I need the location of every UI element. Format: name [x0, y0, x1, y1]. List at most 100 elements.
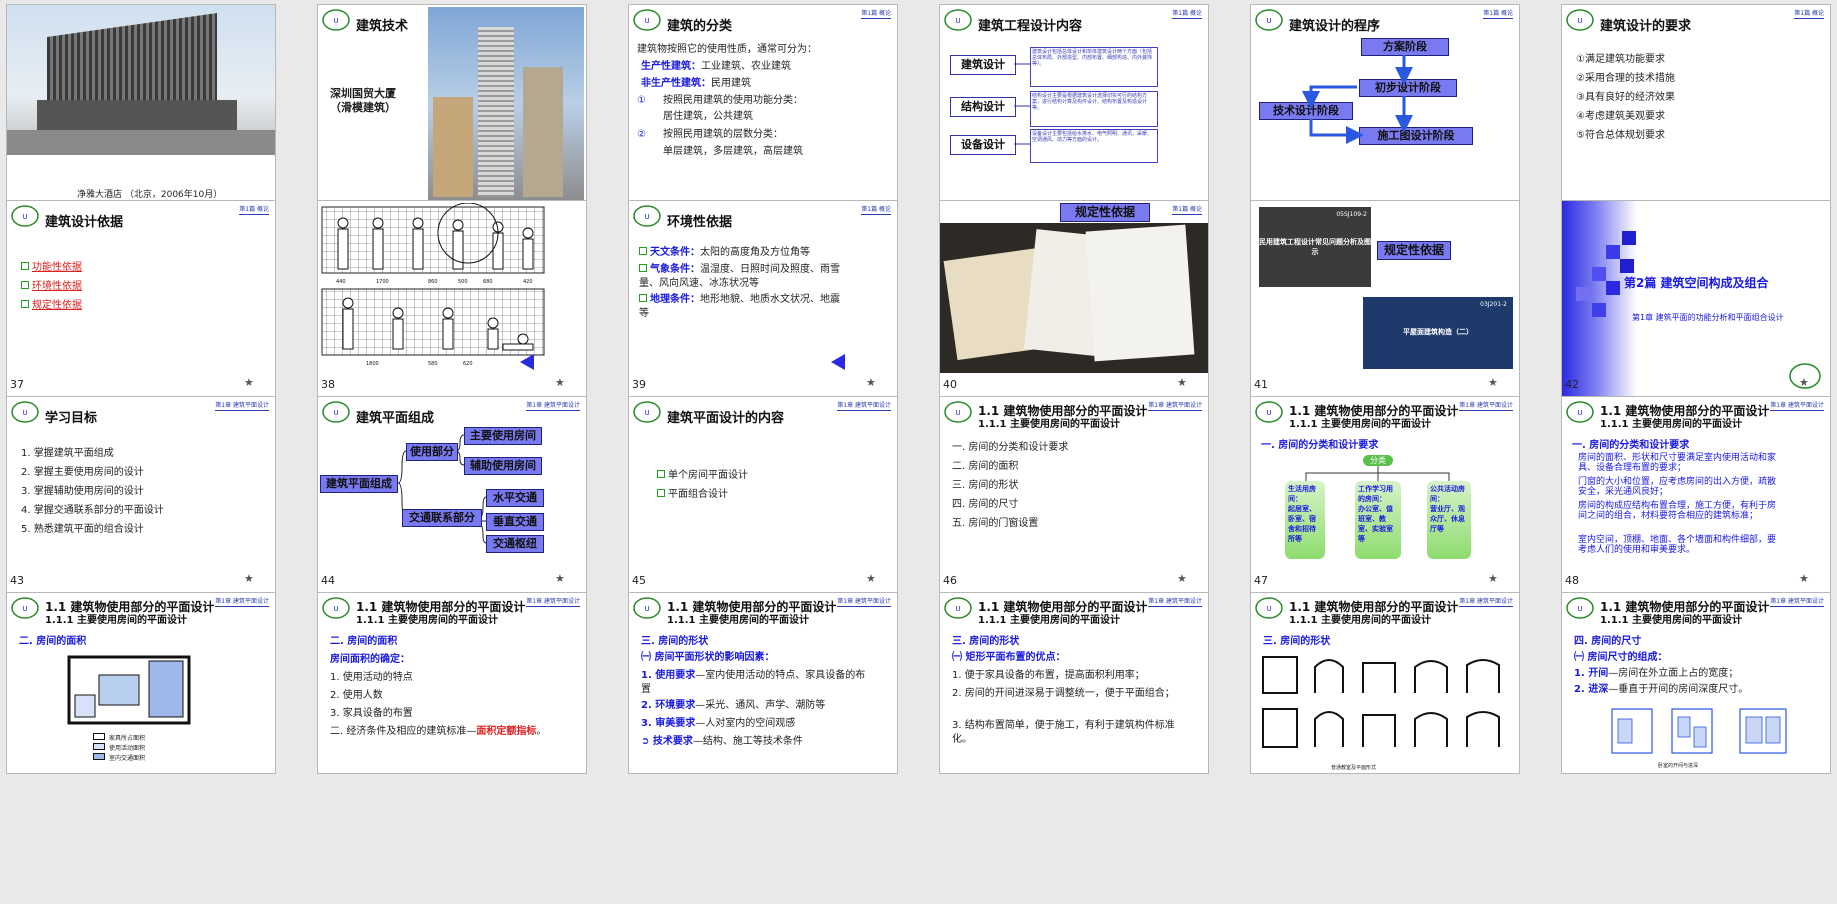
- slide-header-tag: 第1章 建筑平面设计: [1459, 598, 1513, 607]
- slide-header-tag: 第1篇 概论: [239, 206, 269, 215]
- animation-star-icon[interactable]: ★: [866, 376, 876, 389]
- title-text: 1.1 建筑物使用部分的平面设计: [978, 404, 1148, 418]
- advantage-item: 2. 房间的开间进深易于调整统一，便于平面组合；: [952, 688, 1175, 699]
- university-logo-icon: U: [322, 9, 350, 31]
- slide-41-canvas: 民用建筑工程设计常见问题分析及图示 05SJ109-2 规定性依据 平屋面建筑构…: [1250, 200, 1520, 404]
- animation-star-icon[interactable]: ★: [1799, 572, 1809, 585]
- slide-number: 37: [10, 378, 24, 391]
- nav-prev-triangle-icon[interactable]: [518, 353, 536, 371]
- section-heading: 三. 房间的形状: [952, 636, 1020, 647]
- slide-thumb-50[interactable]: U 第1章 建筑平面设计 1.1 建筑物使用部分的平面设计 1.1.1 主要使用房…: [311, 588, 617, 816]
- link-environmental[interactable]: 环境性依据: [32, 281, 82, 292]
- subtitle-text: 1.1.1 主要使用房间的平面设计: [1600, 615, 1742, 626]
- subtitle-text: 1.1.1 主要使用房间的平面设计: [1600, 419, 1742, 430]
- slide-thumb-52[interactable]: U 第1章 建筑平面设计 1.1 建筑物使用部分的平面设计 1.1.1 主要使用房…: [933, 588, 1239, 816]
- requirement-item: ③具有良好的经济效果: [1576, 92, 1675, 103]
- area-quota-highlight: 面积定额指标: [476, 726, 537, 737]
- slide-thumb-42[interactable]: 第2篇 建筑空间构成及组合 第1章 建筑平面的功能分析和平面组合设计 42 ★: [1555, 196, 1837, 424]
- animation-star-icon[interactable]: ★: [555, 376, 565, 389]
- slide-52-canvas: U 第1章 建筑平面设计 1.1 建筑物使用部分的平面设计 1.1.1 主要使用房…: [939, 592, 1209, 774]
- slide-thumb-46[interactable]: U 第1章 建筑平面设计 1.1 建筑物使用部分的平面设计 1.1.1 主要使用房…: [933, 392, 1239, 620]
- svg-text:1800: 1800: [366, 361, 379, 367]
- animation-star-icon[interactable]: ★: [244, 376, 254, 389]
- animation-star-icon[interactable]: ★: [866, 572, 876, 585]
- slide-thumb-33[interactable]: U 第1篇 概论 建筑的分类 建筑物按照它的使用性质，通常可分为： 生产性建筑：…: [622, 0, 928, 228]
- title-text: 1.1 建筑物使用部分的平面设计: [667, 600, 837, 614]
- slide-title: 1.1 建筑物使用部分的平面设计 1.1.1 主要使用房间的平面设计: [978, 600, 1147, 628]
- legend: 家具所占面积 使用活动面积 室内交通面积: [93, 733, 145, 763]
- slide-thumb-48[interactable]: U 第1章 建筑平面设计 1.1 建筑物使用部分的平面设计 1.1.1 主要使用房…: [1555, 392, 1837, 620]
- slide-thumb-49[interactable]: U 第1章 建筑平面设计 1.1 建筑物使用部分的平面设计 1.1.1 主要使用房…: [0, 588, 306, 816]
- slide-thumb-38[interactable]: 440 1700 860 500 680 420 1800 580 620 38 ★: [311, 196, 617, 424]
- slide-title: 1.1 建筑物使用部分的平面设计 1.1.1 主要使用房间的平面设计: [667, 600, 836, 628]
- slide-thumb-40[interactable]: 第1篇 概论 规定性依据 40 ★: [933, 196, 1239, 424]
- link-functional[interactable]: 功能性依据: [32, 262, 82, 273]
- slide-title: 1.1 建筑物使用部分的平面设计 1.1.1 主要使用房间的平面设计: [45, 600, 214, 628]
- slide-50-canvas: U 第1章 建筑平面设计 1.1 建筑物使用部分的平面设计 1.1.1 主要使用房…: [317, 592, 587, 774]
- slide-thumb-41[interactable]: 民用建筑工程设计常见问题分析及图示 05SJ109-2 规定性依据 平屋面建筑构…: [1244, 196, 1550, 424]
- objective-item: 5. 熟悉建筑平面的组合设计: [21, 524, 144, 535]
- slide-text: 按照民用建筑的使用功能分类：: [663, 95, 803, 106]
- desc-structure: 结构设计主要是根据建筑设计选择切实可行的结构方案，进行结构计算及构件设计、结构布…: [1030, 91, 1158, 127]
- title-text: 1.1 建筑物使用部分的平面设计: [978, 600, 1148, 614]
- slide-thumb-47[interactable]: U 第1章 建筑平面设计 1.1 建筑物使用部分的平面设计 1.1.1 主要使用房…: [1244, 392, 1550, 620]
- factor-desc: —采光、通风、声学、潮防等: [695, 700, 826, 711]
- slide-45-canvas: U 第1章 建筑平面设计 建筑平面设计的内容 单个房间平面设计 平面组合设计: [628, 396, 898, 600]
- slide-number: 45: [632, 574, 646, 587]
- slide-text: 单层建筑，多层建筑，高层建筑: [663, 146, 803, 157]
- animation-star-icon[interactable]: ★: [1177, 572, 1187, 585]
- slide-53-canvas: U 第1章 建筑平面设计 1.1 建筑物使用部分的平面设计 1.1.1 主要使用房…: [1250, 592, 1520, 774]
- slide-text: 民用建筑: [711, 78, 751, 89]
- requirement-text: 房间的构成应结构布置合理，施工方便，有利于房间之间的组合，材料要符合相应的建筑标…: [1578, 501, 1777, 521]
- slide-number: 44: [321, 574, 335, 587]
- slide-thumb-34[interactable]: U 第1篇 概论 建筑工程设计内容 建筑设计 建筑设计包括总体设计和单体建筑设计…: [933, 0, 1239, 228]
- slide-title: 建筑设计依据: [45, 215, 124, 230]
- slide-thumb-39[interactable]: U 第1篇 概论 环境性依据 天文条件：太阳的高度角及方位角等 气象条件：温湿度…: [622, 196, 928, 424]
- section-heading: 三. 房间的形状: [1263, 636, 1331, 647]
- slide-thumb-51[interactable]: U 第1章 建筑平面设计 1.1 建筑物使用部分的平面设计 1.1.1 主要使用房…: [622, 588, 928, 816]
- slide-thumb-36[interactable]: U 第1篇 概论 建筑设计的要求 ①满足建筑功能要求 ②采用合理的技术措施 ③具…: [1555, 0, 1837, 228]
- university-logo-icon: U: [11, 401, 39, 423]
- svg-text:U: U: [1577, 17, 1582, 25]
- slide-thumb-43[interactable]: U 第1章 建筑平面设计 学习目标 1. 掌握建筑平面组成 2. 掌握主要使用房…: [0, 392, 306, 620]
- animation-star-icon[interactable]: ★: [1488, 572, 1498, 585]
- green-bullet-icon: [639, 264, 647, 272]
- slide-thumb-45[interactable]: U 第1章 建筑平面设计 建筑平面设计的内容 单个房间平面设计 平面组合设计 4…: [622, 392, 928, 620]
- factor-item: 1. 使用活动的特点: [330, 672, 413, 683]
- green-bullet-icon: [639, 247, 647, 255]
- slide-thumb-44[interactable]: U 第1章 建筑平面设计 建筑平面组成 建筑平面组成 使用部分 交通联系部分 主…: [311, 392, 617, 620]
- animation-star-icon[interactable]: ★: [1488, 376, 1498, 389]
- animation-star-icon[interactable]: ★: [1799, 376, 1809, 389]
- factor-desc: —人对室内的空间观感: [695, 718, 796, 729]
- university-logo-icon: U: [322, 597, 350, 619]
- link-regulatory[interactable]: 规定性依据: [32, 300, 82, 311]
- slide-title: 规定性依据: [1377, 241, 1451, 260]
- category-work: 工作学习用的房间： 办公室、值班室、教室、实验室等: [1355, 481, 1401, 559]
- slide-thumb-54[interactable]: U 第1章 建筑平面设计 1.1 建筑物使用部分的平面设计 1.1.1 主要使用房…: [1555, 588, 1837, 816]
- slide-thumb-32[interactable]: U 建筑技术 深圳国贸大厦 （滑模建筑） 32 ★: [311, 0, 617, 228]
- animation-star-icon[interactable]: ★: [555, 572, 565, 585]
- requirement-item: ④考虑建筑美观要求: [1576, 111, 1665, 122]
- animation-star-icon[interactable]: ★: [1177, 376, 1187, 389]
- slide-thumb-37[interactable]: U 第1篇 概论 建筑设计依据 功能性依据 环境性依据 规定性依据 37 ★: [0, 196, 306, 424]
- slide-thumb-35[interactable]: U 第1篇 概论 建筑设计的程序 方案阶段 初步设计阶段 技术设计阶段 施工图设…: [1244, 0, 1550, 228]
- svg-text:U: U: [22, 213, 27, 221]
- slide-thumb-31[interactable]: 净雅大酒店 （北京，2006年10月） 31 ★: [0, 0, 306, 228]
- objective-item: 4. 掌握交通联系部分的平面设计: [21, 505, 164, 516]
- subtitle-text: 1.1.1 主要使用房间的平面设计: [667, 615, 809, 626]
- room-area-diagram: [67, 655, 191, 725]
- slide-thumb-53[interactable]: U 第1章 建筑平面设计 1.1 建筑物使用部分的平面设计 1.1.1 主要使用房…: [1244, 588, 1550, 816]
- green-bullet-icon: [21, 300, 29, 308]
- node-horizontal: 水平交通: [486, 489, 544, 507]
- nav-prev-triangle-icon[interactable]: [829, 353, 847, 371]
- slide-number: 38: [321, 378, 335, 391]
- animation-star-icon[interactable]: ★: [244, 572, 254, 585]
- cat-title: 工作学习用的房间：: [1358, 485, 1393, 503]
- university-logo-icon: U: [633, 205, 661, 227]
- label-productive: 生产性建筑：: [641, 61, 701, 72]
- slide-sorter-grid: 净雅大酒店 （北京，2006年10月） 31 ★ U 建筑技术 深圳国贸大厦 （…: [0, 0, 1837, 904]
- slide-header-tag: 第1章 建筑平面设计: [1148, 598, 1202, 607]
- requirement-text: 室内空间，顶棚、地面、各个墙面和构件细部，要考虑人们的使用和审美要求。: [1578, 535, 1777, 555]
- slide-34-canvas: U 第1篇 概论 建筑工程设计内容 建筑设计 建筑设计包括总体设计和单体建筑设计…: [939, 4, 1209, 208]
- university-logo-icon: U: [1566, 401, 1594, 423]
